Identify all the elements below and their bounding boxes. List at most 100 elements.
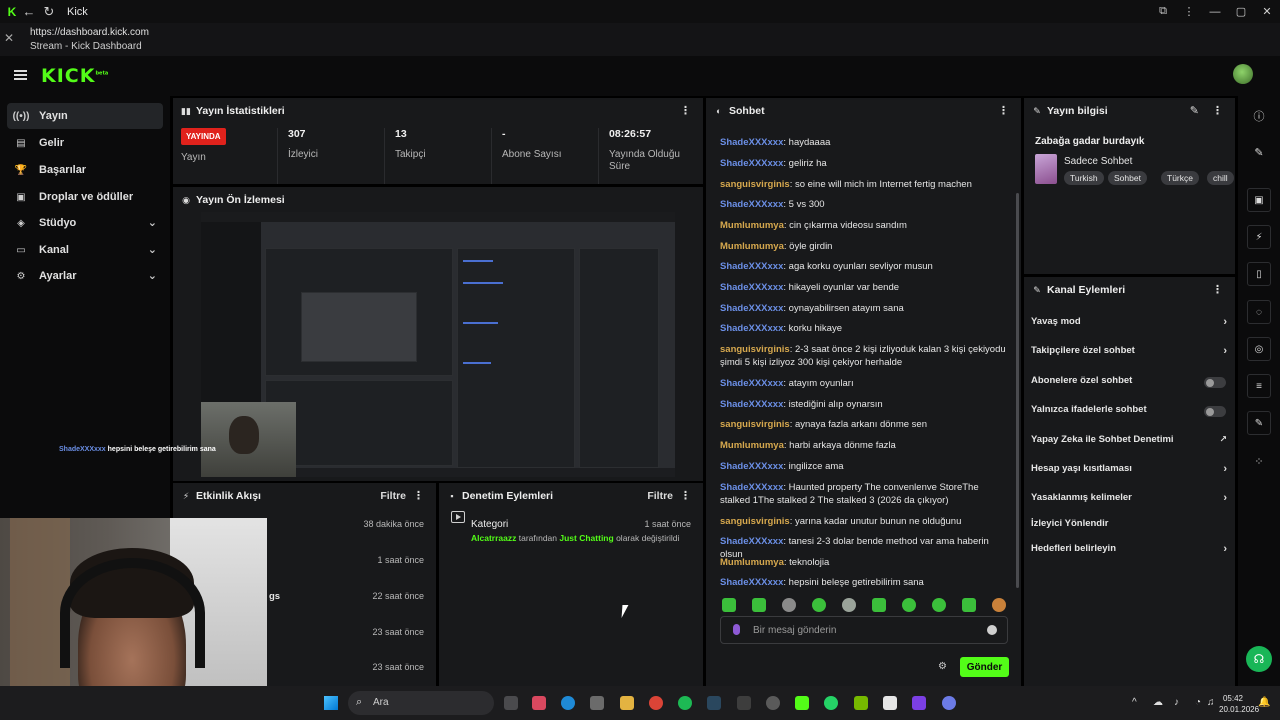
gog-icon[interactable] (883, 696, 897, 710)
chat-username[interactable]: ShadeXXXxxx (720, 577, 783, 588)
edit-icon[interactable]: ✎ (1247, 140, 1271, 164)
more-vertical-icon[interactable]: ⋮ (1212, 283, 1223, 296)
back-arrow-icon[interactable]: ← (19, 4, 39, 19)
cloud-icon[interactable]: ☁ (1153, 697, 1163, 708)
taskbar-search[interactable]: ⌕ Ara (348, 691, 494, 715)
chat-username[interactable]: ShadeXXXxxx (720, 199, 783, 210)
send-button[interactable]: Gönder (960, 657, 1009, 677)
chat-username[interactable]: sanguisvirginis (720, 179, 790, 190)
action-subs-only[interactable]: Abonelere özel sohbet (1031, 375, 1227, 391)
wifi-icon[interactable]: ◔ (1195, 697, 1201, 708)
chat-username[interactable]: ShadeXXXxxx (720, 303, 783, 314)
emote-icon[interactable] (992, 598, 1006, 612)
chat-username[interactable]: Mumlumumya (720, 241, 784, 252)
support-headset-icon[interactable]: ☊ (1246, 646, 1272, 672)
stream-preview-video[interactable] (201, 212, 675, 477)
moderation-category[interactable]: Just Chatting (559, 533, 613, 543)
more-vertical-icon[interactable]: ⋮ (680, 489, 691, 502)
chat-username[interactable]: Mumlumumya (720, 557, 784, 568)
action-set-goals[interactable]: Hedefleri belirleyin › (1031, 543, 1227, 559)
more-vertical-icon[interactable]: ⋮ (998, 104, 1009, 117)
chat-username[interactable]: ShadeXXXxxx (720, 399, 783, 410)
menu-icon[interactable] (14, 70, 27, 80)
tag-badge[interactable]: Türkçe (1161, 171, 1199, 185)
more-vertical-icon[interactable]: ⋮ (680, 104, 691, 117)
url-text[interactable]: https://dashboard.kick.com (30, 27, 149, 38)
wrench-icon[interactable]: ✎ (1247, 411, 1271, 435)
moderation-user[interactable]: Alcatrraazz (471, 533, 516, 543)
chat-username[interactable]: ShadeXXXxxx (720, 158, 783, 169)
emote-icon[interactable] (722, 598, 736, 612)
tag-badge[interactable]: chill (1207, 171, 1234, 185)
file-explorer-icon[interactable] (620, 696, 634, 710)
whatsapp-icon[interactable] (824, 696, 838, 710)
tag-badge[interactable]: Turkish (1064, 171, 1104, 185)
chat-username[interactable]: ShadeXXXxxx (720, 261, 783, 272)
kick-logo[interactable]: KICKbeta (41, 65, 108, 87)
emote-icon[interactable] (812, 598, 826, 612)
stream-category[interactable]: Sadece Sohbet (1064, 156, 1132, 167)
notification-bell-icon[interactable]: 🔔 (1258, 697, 1270, 708)
category-thumbnail[interactable] (1035, 154, 1057, 184)
more-vertical-icon[interactable]: ⋮ (1212, 104, 1223, 117)
chat-username[interactable]: ShadeXXXxxx (720, 137, 783, 148)
chat-username[interactable]: sanguisvirginis (720, 344, 790, 355)
sidebar-item-ayarlar[interactable]: ⚙ Ayarlar ⌄ (7, 263, 163, 289)
store-bag-icon[interactable] (590, 696, 604, 710)
close-icon[interactable]: ✕ (1254, 5, 1280, 18)
frame-icon[interactable]: ▣ (1247, 188, 1271, 212)
avatar[interactable] (1233, 64, 1253, 84)
lightning-icon[interactable]: ⚡ (1247, 225, 1271, 249)
sidebar-item-gelir[interactable]: ▤ Gelir (7, 130, 163, 156)
chrome-browser-icon[interactable] (649, 696, 663, 710)
activity-filter-button[interactable]: Filtre (380, 490, 406, 502)
action-followers-only[interactable]: Takipçilere özel sohbet › (1031, 345, 1227, 361)
emote-icon[interactable] (842, 598, 856, 612)
reload-icon[interactable]: ↻ (39, 4, 59, 20)
emote-icon[interactable] (782, 598, 796, 612)
volume-icon[interactable]: ♫ (1207, 697, 1215, 708)
action-banned-words[interactable]: Yasaklanmış kelimeler › (1031, 492, 1227, 508)
store-app-icon[interactable] (532, 696, 546, 710)
microphone-icon[interactable] (733, 624, 740, 635)
chat-username[interactable]: Mumlumumya (720, 220, 784, 231)
chat-icon[interactable]: ◌ (1247, 300, 1271, 324)
minimize-icon[interactable]: — (1202, 6, 1228, 18)
nvidia-icon[interactable] (854, 696, 868, 710)
app-icon[interactable] (942, 696, 956, 710)
chat-input[interactable]: Bir mesaj gönderin (720, 616, 1008, 644)
spotify-icon[interactable] (678, 696, 692, 710)
taskbar-clock[interactable]: 05:42 20.01.2026 (1219, 693, 1259, 715)
chat-username[interactable]: sanguisvirginis (720, 516, 790, 527)
emotes-only-toggle[interactable] (1204, 406, 1226, 417)
action-emotes-only[interactable]: Yalnızca ifadelerle sohbet (1031, 404, 1227, 420)
sidebar-item-basarilar[interactable]: 🏆 Başarılar (7, 157, 163, 183)
epic-games-icon[interactable] (737, 696, 751, 710)
more-icon[interactable]: ⋮ (1176, 5, 1202, 18)
edge-browser-icon[interactable] (561, 696, 575, 710)
share-icon[interactable]: ⧉ (1150, 5, 1176, 18)
sidebar-item-yayin[interactable]: ((•)) Yayın (7, 103, 163, 129)
sidebar-item-studyo[interactable]: ◈ Stüdyo ⌄ (7, 210, 163, 236)
action-account-age[interactable]: Hesap yaşı kısıtlaması › (1031, 463, 1227, 479)
action-slow-mode[interactable]: Yavaş mod › (1031, 316, 1227, 332)
chat-scrollbar[interactable] (1016, 193, 1019, 588)
chat-username[interactable]: ShadeXXXxxx (720, 482, 783, 493)
action-ai-moderation[interactable]: Yapay Zeka ile Sohbet Denetimi ↗ (1031, 434, 1227, 450)
broadcast-icon[interactable]: ◎ (1247, 337, 1271, 361)
emote-icon[interactable] (752, 598, 766, 612)
emoji-icon[interactable] (987, 625, 997, 635)
chat-settings-gear-icon[interactable]: ⚙ (938, 661, 947, 672)
tray-chevron-icon[interactable]: ^ (1132, 697, 1137, 708)
tag-badge[interactable]: Sohbet (1108, 171, 1147, 185)
chat-username[interactable]: ShadeXXXxxx (720, 282, 783, 293)
chat-username[interactable]: Mumlumumya (720, 440, 784, 451)
sidebar-item-kanal[interactable]: ▭ Kanal ⌄ (7, 237, 163, 263)
action-redirect-viewers[interactable]: İzleyici Yönlendir (1031, 518, 1227, 534)
maximize-icon[interactable]: ▢ (1228, 5, 1254, 18)
edit-pencil-icon[interactable]: ✎ (1190, 104, 1199, 117)
info-icon[interactable]: ⓘ (1247, 104, 1271, 128)
chat-username[interactable]: ShadeXXXxxx (720, 536, 783, 547)
emote-icon[interactable] (902, 598, 916, 612)
chat-username[interactable]: sanguisvirginis (720, 419, 790, 430)
